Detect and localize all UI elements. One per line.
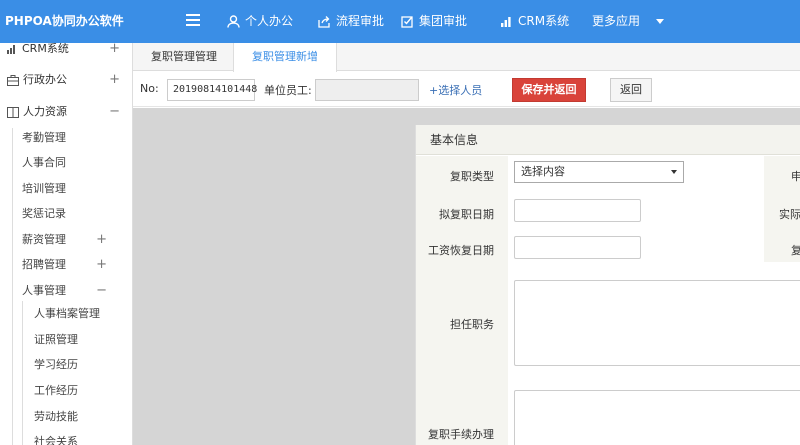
sidebar-item-personnel-files[interactable]: 人事档案管理 [0, 302, 132, 326]
sidebar-item-label: 工作经历 [34, 384, 78, 397]
select-value: 选择内容 [521, 165, 565, 178]
back-button[interactable]: 返回 [610, 78, 652, 102]
nav-label: 更多应用 [592, 14, 641, 28]
section-title: 基本信息 [416, 125, 800, 155]
sidebar-item-crm[interactable]: CRM系统 + [0, 43, 132, 61]
book-icon [7, 106, 19, 118]
sidebar-item-hr-contract[interactable]: 人事合同 [0, 151, 132, 175]
sidebar-item-salary[interactable]: 薪资管理 + [0, 228, 132, 252]
select-person-link[interactable]: +选择人员 [429, 82, 482, 98]
app-title[interactable]: PHPOA协同办公软件 [0, 0, 133, 43]
type-label: 复职类型 [450, 170, 494, 183]
sidebar-item-label: 人力资源 [23, 105, 67, 118]
nav-group-approval[interactable]: 集团审批 [401, 0, 467, 43]
user-icon [227, 15, 240, 28]
form-toolbar: No: 20190814101448 单位员工: +选择人员 保存并返回 返回 [133, 72, 800, 107]
salary-date-field[interactable] [514, 236, 641, 259]
sidebar-item-admin-office[interactable]: 行政办公 + [0, 68, 132, 92]
expand-icon[interactable]: + [109, 43, 120, 61]
collapse-icon[interactable]: − [109, 100, 120, 124]
tab-bar: 复职管理管理 复职管理新增 [133, 43, 800, 72]
sidebar-item-social-relations[interactable]: 社会关系 [0, 430, 132, 445]
nav-label: CRM系统 [518, 14, 570, 28]
bar-chart-icon [7, 44, 15, 54]
right-label-1: 申 [791, 170, 800, 183]
sidebar-item-label: 行政办公 [23, 73, 67, 86]
label-column [416, 156, 508, 445]
sidebar-item-education[interactable]: 学习经历 [0, 353, 132, 377]
employee-field[interactable] [315, 79, 419, 101]
expand-icon[interactable]: + [96, 228, 107, 252]
procedure-textarea[interactable] [514, 390, 800, 445]
expand-icon[interactable]: + [96, 253, 107, 277]
collapse-icon[interactable]: − [96, 279, 107, 303]
nav-crm-system[interactable]: CRM系统 [500, 0, 569, 43]
salary-date-label: 工资恢复日期 [428, 244, 494, 257]
tab-reinstatement-list[interactable]: 复职管理管理 [133, 43, 235, 71]
nav-workflow-approval[interactable]: 流程审批 [318, 0, 384, 43]
checkbox-icon [401, 16, 413, 28]
position-textarea[interactable] [514, 280, 800, 366]
sidebar-item-label: 人事合同 [22, 156, 66, 169]
no-field[interactable]: 20190814101448 [167, 79, 257, 101]
expand-icon[interactable]: + [109, 68, 120, 92]
chevron-down-icon [671, 170, 677, 174]
nav-label: 流程审批 [336, 14, 385, 28]
position-label: 担任职务 [450, 318, 494, 331]
sidebar-item-attendance[interactable]: 考勤管理 [0, 126, 132, 150]
sidebar-item-label: 学习经历 [34, 358, 78, 371]
sidebar-item-label: 社会关系 [34, 435, 78, 445]
nav-label: 个人办公 [245, 14, 294, 28]
bar-chart-icon [501, 17, 511, 27]
planned-date-label: 拟复职日期 [439, 208, 494, 221]
sidebar: CRM系统 + 行政办公 + 人力资源 − 考勤管理 人事合同 培训管理 奖惩记… [0, 43, 133, 445]
menu-toggle-icon[interactable] [186, 14, 200, 28]
sidebar-item-personnel[interactable]: 人事管理 − [0, 279, 132, 303]
sidebar-item-licenses[interactable]: 证照管理 [0, 328, 132, 352]
sidebar-item-label: 薪资管理 [22, 233, 66, 246]
no-label: No: [140, 82, 159, 95]
nav-personal-office[interactable]: 个人办公 [227, 0, 293, 43]
planned-date-field[interactable] [514, 199, 641, 222]
sidebar-item-label: 人事管理 [22, 284, 66, 297]
nav-label: 集团审批 [419, 14, 468, 28]
sidebar-item-label: 证照管理 [34, 333, 78, 346]
sidebar-item-labor-skills[interactable]: 劳动技能 [0, 405, 132, 429]
employee-label: 单位员工: [264, 84, 312, 97]
reinstatement-type-select[interactable]: 选择内容 [514, 161, 684, 183]
sidebar-item-recruitment[interactable]: 招聘管理 + [0, 253, 132, 277]
sidebar-item-label: 招聘管理 [22, 258, 66, 271]
sidebar-item-hr[interactable]: 人力资源 − [0, 100, 132, 124]
right-label-2: 实际 [779, 208, 800, 221]
nav-more-apps[interactable]: 更多应用 [592, 0, 665, 43]
briefcase-icon [7, 74, 19, 86]
sidebar-item-label: 培训管理 [22, 182, 66, 195]
tab-reinstatement-add[interactable]: 复职管理新增 [233, 43, 337, 72]
sidebar-item-label: 奖惩记录 [22, 207, 66, 220]
sidebar-item-rewards[interactable]: 奖惩记录 [0, 202, 132, 226]
sidebar-item-label: 考勤管理 [22, 131, 66, 144]
top-navbar: PHPOA协同办公软件 个人办公 流程审批 集团审批 CRM系统 更多应用 [0, 0, 800, 43]
chevron-down-icon [656, 19, 665, 24]
share-icon [318, 16, 330, 28]
sidebar-item-label: CRM系统 [22, 43, 69, 55]
sidebar-item-label: 劳动技能 [34, 410, 78, 423]
right-label-3: 复 [791, 244, 800, 257]
sidebar-item-training[interactable]: 培训管理 [0, 177, 132, 201]
save-return-button[interactable]: 保存并返回 [512, 78, 586, 102]
sidebar-item-label: 人事档案管理 [34, 307, 100, 320]
sidebar-item-work-history[interactable]: 工作经历 [0, 379, 132, 403]
basic-info-panel: 基本信息 复职类型 选择内容 拟复职日期 工资恢复日期 申 实际 复 担任职务 … [415, 125, 800, 445]
procedure-label: 复职手续办理 [428, 428, 494, 441]
